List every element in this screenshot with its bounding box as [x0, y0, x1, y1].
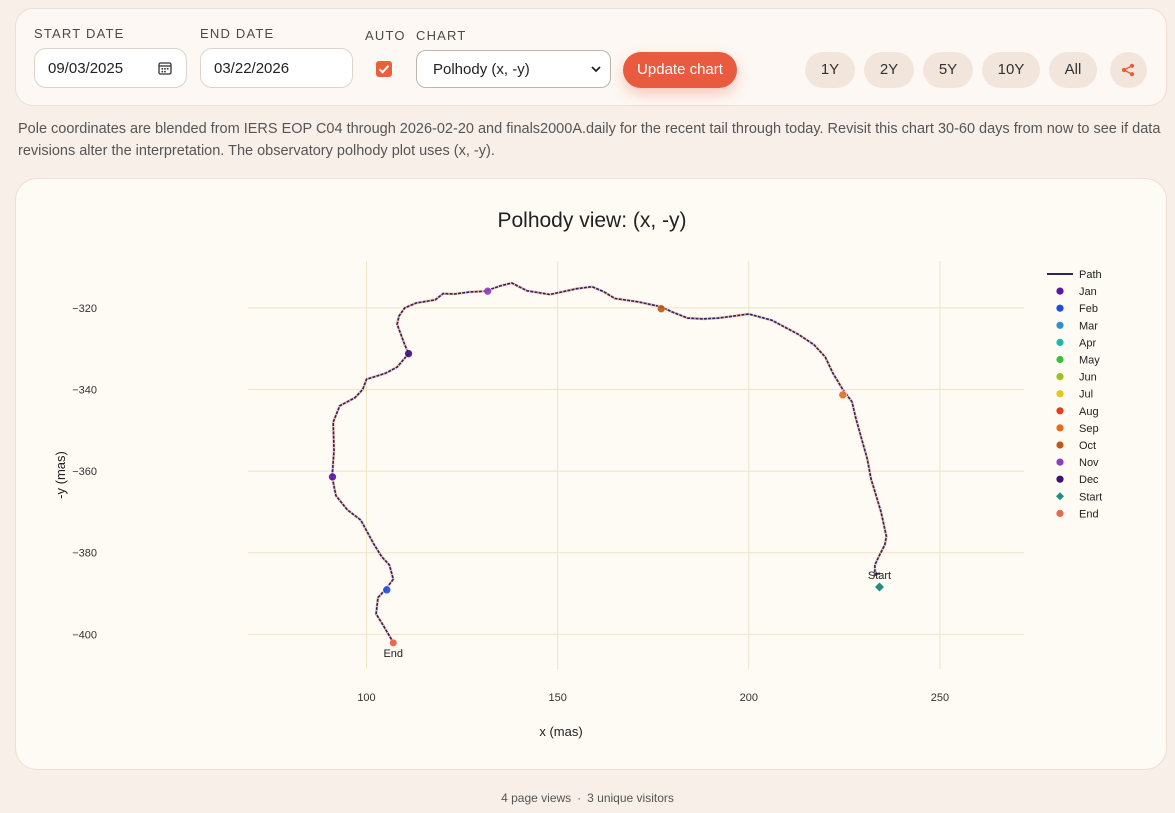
- y-tick-label: −320: [72, 303, 97, 315]
- legend-label-nov: Nov: [1079, 457, 1099, 469]
- x-tick-label: 200: [740, 692, 758, 704]
- y-tick-label: −360: [72, 466, 97, 478]
- legend-dot-swatch: [1056, 373, 1064, 381]
- chart-select[interactable]: Polhody (x, -y): [416, 50, 611, 88]
- legend-label-mar: Mar: [1079, 320, 1098, 332]
- month-marker-feb: [382, 585, 392, 595]
- controls-panel: START DATE 09/03/2025 END DATE 03/22/202…: [15, 8, 1167, 106]
- update-chart-button[interactable]: Update chart: [623, 52, 737, 88]
- x-tick-label: 250: [931, 692, 949, 704]
- end-date-value: 03/22/2026: [214, 60, 290, 77]
- unique-visitors-count: 3 unique visitors: [587, 791, 674, 805]
- share-icon: [1121, 63, 1135, 77]
- legend-dot-swatch: [1056, 287, 1064, 295]
- chart-label: CHART: [416, 28, 467, 43]
- month-marker-oct: [656, 304, 666, 314]
- legend-label-apr: Apr: [1079, 337, 1096, 349]
- legend-dot-swatch: [1056, 338, 1064, 346]
- y-axis-label: -y (mas): [53, 451, 68, 499]
- end-date-label: END DATE: [200, 26, 275, 41]
- chart-panel: Polhody view: (x, -y) 100 150 200 250 −320 −34…: [15, 178, 1167, 770]
- legend-dot-swatch: [1056, 458, 1064, 466]
- range-1y-button[interactable]: 1Y: [805, 52, 855, 88]
- legend-label-may: May: [1079, 355, 1100, 367]
- legend-dot-swatch: [1056, 407, 1064, 415]
- start-label: Start: [868, 570, 891, 582]
- x-tick-label: 100: [357, 692, 375, 704]
- legend-label-jan: Jan: [1079, 286, 1097, 298]
- legend-label-start: Start: [1079, 491, 1102, 503]
- checkmark-icon: [378, 65, 390, 74]
- legend-label-dec: Dec: [1079, 474, 1099, 486]
- legend-dot-swatch: [1056, 509, 1064, 517]
- range-2y-button[interactable]: 2Y: [864, 52, 914, 88]
- footer-stats: 4 page views · 3 unique visitors: [501, 791, 674, 805]
- legend-dot-swatch: [1056, 441, 1064, 449]
- data-source-note: Pole coordinates are blended from IERS E…: [18, 121, 1161, 159]
- legend-dot-swatch: [1056, 304, 1064, 312]
- legend-label-jun: Jun: [1079, 372, 1097, 384]
- y-tick-label: −340: [72, 385, 97, 397]
- legend-label-path: Path: [1079, 269, 1102, 281]
- legend-label-sep: Sep: [1079, 423, 1099, 435]
- start-date-label: START DATE: [34, 26, 125, 41]
- legend-label-feb: Feb: [1079, 303, 1098, 315]
- polhody-chart: Polhody view: (x, -y) 100 150 200 250 −320 −34…: [53, 209, 1102, 739]
- share-button[interactable]: [1110, 52, 1147, 88]
- calendar-icon[interactable]: [158, 61, 172, 75]
- path-line-halo: [330, 281, 888, 644]
- end-date-input[interactable]: 03/22/2026: [200, 48, 353, 88]
- chart-title: Polhody view: (x, -y): [497, 209, 686, 232]
- chevron-down-icon: [591, 66, 601, 73]
- start-date-value: 09/03/2025: [48, 60, 124, 77]
- range-10y-button[interactable]: 10Y: [982, 52, 1040, 88]
- y-tick-label: −380: [72, 548, 97, 560]
- legend-label-aug: Aug: [1079, 406, 1099, 418]
- legend-label-jul: Jul: [1079, 389, 1093, 401]
- legend-dot-swatch: [1056, 475, 1064, 483]
- end-marker: [389, 639, 397, 647]
- month-marker-jan: [328, 472, 337, 482]
- legend-dot-swatch: [1056, 321, 1064, 329]
- legend-dot-swatch: [1056, 390, 1064, 398]
- legend-label-end: End: [1079, 508, 1099, 520]
- end-label: End: [383, 648, 403, 660]
- chart-select-value: Polhody (x, -y): [433, 61, 530, 78]
- range-5y-button[interactable]: 5Y: [923, 52, 973, 88]
- month-marker-dec: [404, 349, 413, 358]
- x-axis-label: x (mas): [539, 724, 582, 739]
- auto-label: AUTO: [365, 28, 406, 43]
- month-marker-nov: [483, 286, 492, 296]
- start-date-input[interactable]: 09/03/2025: [34, 48, 187, 88]
- legend-dot-swatch: [1056, 424, 1064, 432]
- legend-diamond-swatch: [1056, 492, 1064, 501]
- legend-dot-swatch: [1056, 355, 1064, 364]
- y-tick-label: −400: [72, 629, 97, 641]
- range-all-button[interactable]: All: [1049, 52, 1097, 88]
- month-marker-sep: [838, 390, 848, 400]
- auto-checkbox[interactable]: [376, 61, 392, 77]
- start-marker: [875, 582, 885, 592]
- legend-label-oct: Oct: [1079, 440, 1096, 452]
- x-tick-label: 150: [548, 692, 566, 704]
- page-views-count: 4 page views: [501, 791, 572, 805]
